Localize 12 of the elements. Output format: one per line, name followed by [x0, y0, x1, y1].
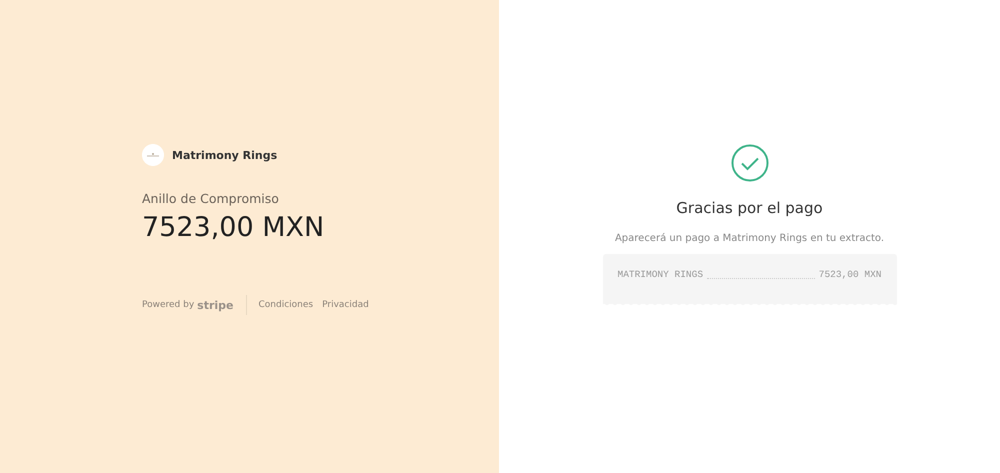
footer-link[interactable]: Condiciones: [258, 300, 314, 310]
receipt-amount: 7523,00 MXN: [818, 269, 882, 280]
stripe-logo[interactable]: stripe: [197, 298, 234, 312]
confirmation-message: Aparecerá un pago a Matrimony Rings en tu extracto.: [614, 233, 884, 244]
powered-by-text: Powered by: [142, 300, 194, 310]
receipt-descriptor: MATRIMONY RINGS: [618, 269, 704, 280]
footer-link[interactable]: Privacidad: [322, 300, 369, 310]
merchant-logo-icon: [142, 144, 164, 166]
product-amount: 7523,00 MXN: [142, 212, 326, 243]
product-name: Anillo de Compromiso: [142, 191, 280, 206]
confirmation-title: Gracias por el pago: [676, 199, 823, 217]
merchant-name: Matrimony Rings: [172, 148, 278, 162]
